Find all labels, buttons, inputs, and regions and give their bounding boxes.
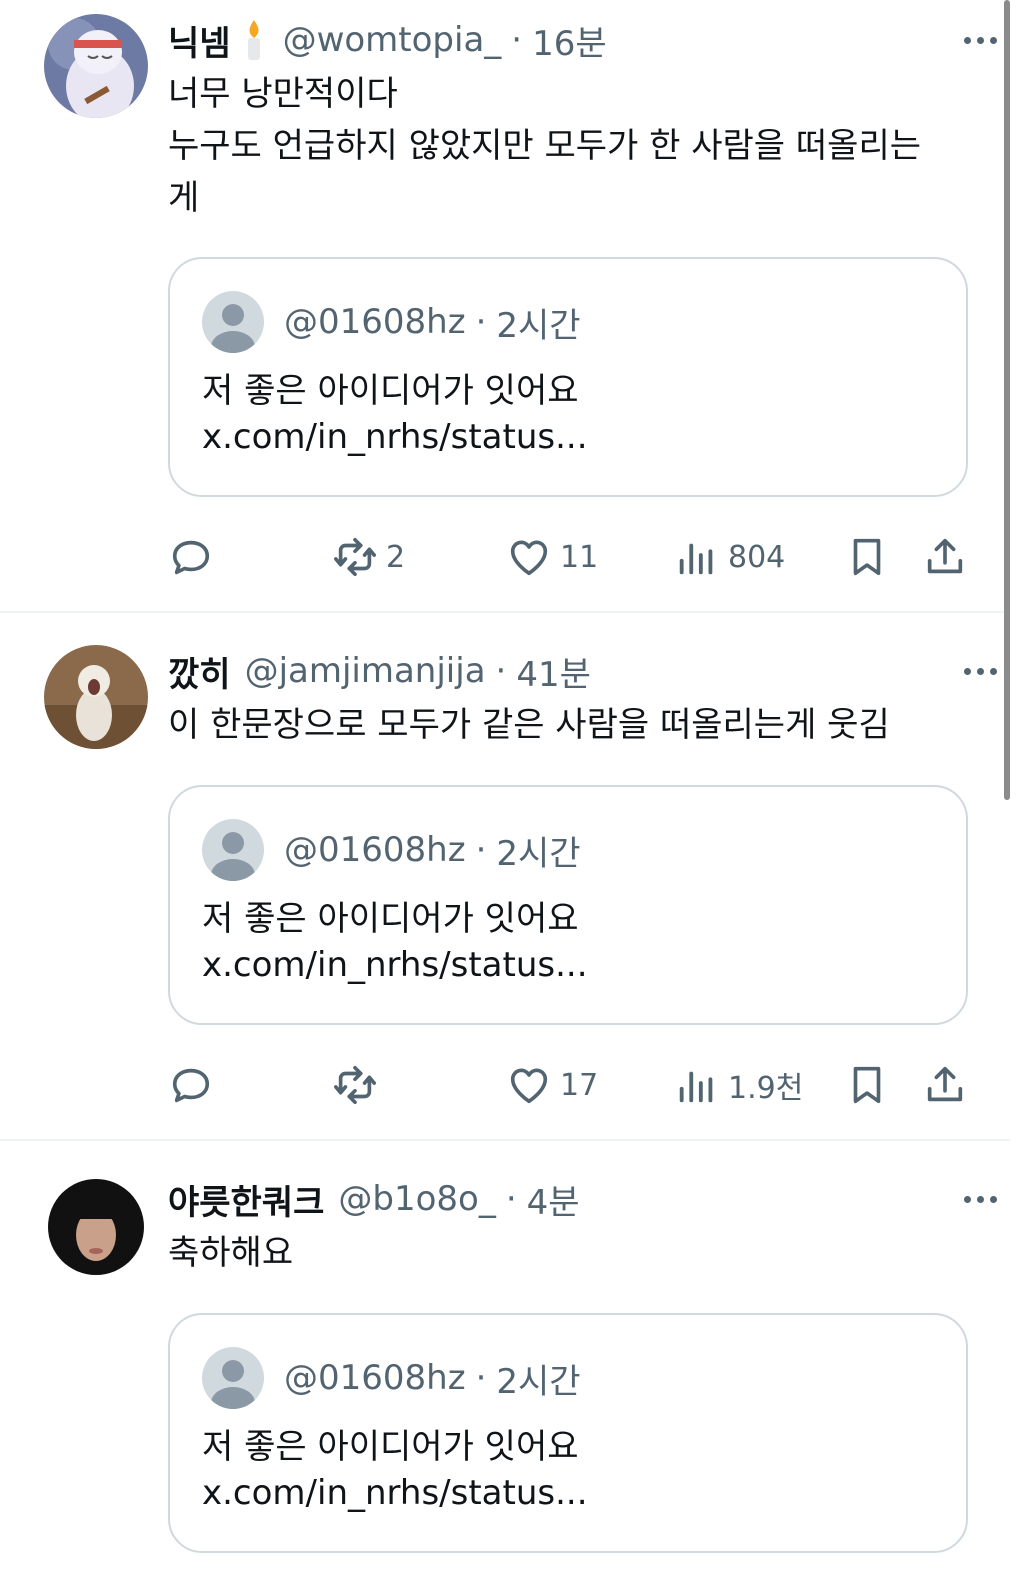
heart-icon bbox=[510, 1068, 548, 1104]
timestamp[interactable]: 41분 bbox=[516, 647, 591, 696]
tweet-text-line: 너무 낭만적이다 bbox=[168, 74, 398, 114]
views-button[interactable]: 1.9천 bbox=[674, 1055, 803, 1115]
tweet-text-line: 축하해요 bbox=[168, 1233, 294, 1273]
tweet-header: 깠히 @jamjimanjija · 41분 bbox=[168, 643, 970, 699]
like-button[interactable]: 17 bbox=[506, 1055, 598, 1115]
views-icon bbox=[679, 543, 713, 575]
tweet-text: 이 한문장으로 모두가 같은 사람을 떠올리는게 웃김 bbox=[168, 699, 960, 751]
tweet-header: 닉넴 @womtopia_ · 16분 bbox=[168, 12, 970, 68]
more-icon[interactable] bbox=[950, 22, 1010, 58]
share-button[interactable] bbox=[922, 527, 968, 587]
quoted-user-handle: @01608hz bbox=[284, 1358, 466, 1398]
quoted-tweet[interactable]: @01608hz · 2시간 저 좋은 아이디어가 잇어요 x.com/in_n… bbox=[168, 785, 968, 1025]
tweet[interactable]: 닉넴 @womtopia_ · 16분 너무 낭만적이다 누구도 언급하지 않았… bbox=[0, 0, 1010, 612]
action-bar: 17 1.9천 bbox=[168, 1055, 978, 1115]
separator-dot: · bbox=[511, 20, 523, 60]
view-count: 1.9천 bbox=[728, 1071, 804, 1106]
views-button[interactable]: 804 bbox=[674, 527, 785, 587]
quoted-tweet-header: @01608hz · 2시간 bbox=[284, 297, 581, 347]
timestamp[interactable]: 4분 bbox=[527, 1175, 580, 1224]
quoted-link[interactable]: x.com/in_nrhs/status... bbox=[202, 1473, 588, 1513]
like-count: 17 bbox=[560, 1067, 599, 1103]
bookmark-icon bbox=[853, 1066, 881, 1104]
timestamp[interactable]: 16분 bbox=[532, 16, 607, 65]
share-icon bbox=[927, 1066, 963, 1102]
quoted-tweet-header: @01608hz · 2시간 bbox=[284, 1353, 581, 1403]
tweet[interactable]: 야릇한쿼크 @b1o8o_ · 4분 축하해요 @01608hz · 2시간 저… bbox=[0, 1141, 1010, 1585]
tweet-text: 너무 낭만적이다 누구도 언급하지 않았지만 모두가 한 사람을 떠올리는 게 bbox=[168, 68, 960, 224]
user-handle[interactable]: @jamjimanjija bbox=[245, 651, 486, 691]
display-name[interactable]: 깠히 bbox=[168, 647, 231, 696]
retweet-icon bbox=[334, 537, 376, 577]
views-icon bbox=[679, 1071, 713, 1103]
default-avatar-icon bbox=[202, 819, 264, 881]
tweet[interactable]: 깠히 @jamjimanjija · 41분 이 한문장으로 모두가 같은 사람… bbox=[0, 613, 1010, 1140]
bookmark-button[interactable] bbox=[844, 1055, 890, 1115]
quoted-text: 저 좋은 아이디어가 잇어요 bbox=[202, 1427, 579, 1467]
scrollbar[interactable] bbox=[1004, 0, 1010, 800]
share-icon bbox=[927, 538, 963, 574]
tweet-text-line: 게 bbox=[168, 178, 200, 218]
candle-icon bbox=[239, 18, 269, 62]
quoted-link[interactable]: x.com/in_nrhs/status... bbox=[202, 945, 588, 985]
separator-dot: · bbox=[495, 651, 507, 691]
avatar[interactable] bbox=[44, 645, 148, 749]
reply-button[interactable] bbox=[168, 527, 214, 587]
bookmark-button[interactable] bbox=[844, 527, 890, 587]
retweet-button[interactable]: 2 bbox=[332, 527, 405, 587]
quoted-timestamp: 2시간 bbox=[496, 305, 581, 346]
retweet-icon bbox=[334, 1065, 376, 1105]
avatar[interactable] bbox=[44, 14, 148, 118]
separator-dot: · bbox=[475, 302, 487, 342]
user-handle[interactable]: @b1o8o_ bbox=[338, 1179, 495, 1219]
reply-icon bbox=[172, 540, 210, 575]
more-icon[interactable] bbox=[950, 1181, 1010, 1217]
tweet-header: 야릇한쿼크 @b1o8o_ · 4분 bbox=[168, 1171, 970, 1227]
separator-dot: · bbox=[475, 1358, 487, 1398]
default-avatar-icon bbox=[202, 291, 264, 353]
retweet-count: 2 bbox=[386, 539, 406, 575]
quoted-text: 저 좋은 아이디어가 잇어요 bbox=[202, 899, 579, 939]
quoted-timestamp: 2시간 bbox=[496, 1361, 581, 1402]
tweet-text-line: 누구도 언급하지 않았지만 모두가 한 사람을 떠올리는 bbox=[168, 126, 922, 166]
tweet-text: 축하해요 bbox=[168, 1227, 960, 1279]
tweet-text-line: 이 한문장으로 모두가 같은 사람을 떠올리는게 웃김 bbox=[168, 705, 890, 745]
action-bar: 2 11 804 bbox=[168, 527, 978, 587]
quoted-user-handle: @01608hz bbox=[284, 830, 466, 870]
quoted-tweet-header: @01608hz · 2시간 bbox=[284, 825, 581, 875]
reply-icon bbox=[172, 1068, 210, 1103]
retweet-button[interactable] bbox=[332, 1055, 386, 1115]
separator-dot: · bbox=[505, 1179, 517, 1219]
avatar[interactable] bbox=[44, 1173, 148, 1277]
quoted-tweet[interactable]: @01608hz · 2시간 저 좋은 아이디어가 잇어요 x.com/in_n… bbox=[168, 257, 968, 497]
quoted-tweet[interactable]: @01608hz · 2시간 저 좋은 아이디어가 잇어요 x.com/in_n… bbox=[168, 1313, 968, 1553]
more-icon[interactable] bbox=[950, 653, 1010, 689]
display-name[interactable]: 야릇한쿼크 bbox=[168, 1175, 324, 1224]
quoted-text: 저 좋은 아이디어가 잇어요 bbox=[202, 371, 579, 411]
display-name[interactable]: 닉넴 bbox=[168, 16, 231, 65]
tweet-feed: 닉넴 @womtopia_ · 16분 너무 낭만적이다 누구도 언급하지 않았… bbox=[0, 0, 1024, 1585]
quoted-link[interactable]: x.com/in_nrhs/status... bbox=[202, 417, 588, 457]
like-button[interactable]: 11 bbox=[506, 527, 598, 587]
quoted-user-handle: @01608hz bbox=[284, 302, 466, 342]
separator-dot: · bbox=[475, 830, 487, 870]
view-count: 804 bbox=[728, 539, 786, 575]
heart-icon bbox=[510, 540, 548, 576]
quoted-timestamp: 2시간 bbox=[496, 833, 581, 874]
reply-button[interactable] bbox=[168, 1055, 214, 1115]
like-count: 11 bbox=[560, 539, 599, 575]
default-avatar-icon bbox=[202, 1347, 264, 1409]
user-handle[interactable]: @womtopia_ bbox=[283, 20, 502, 60]
bookmark-icon bbox=[853, 538, 881, 576]
share-button[interactable] bbox=[922, 1055, 968, 1115]
